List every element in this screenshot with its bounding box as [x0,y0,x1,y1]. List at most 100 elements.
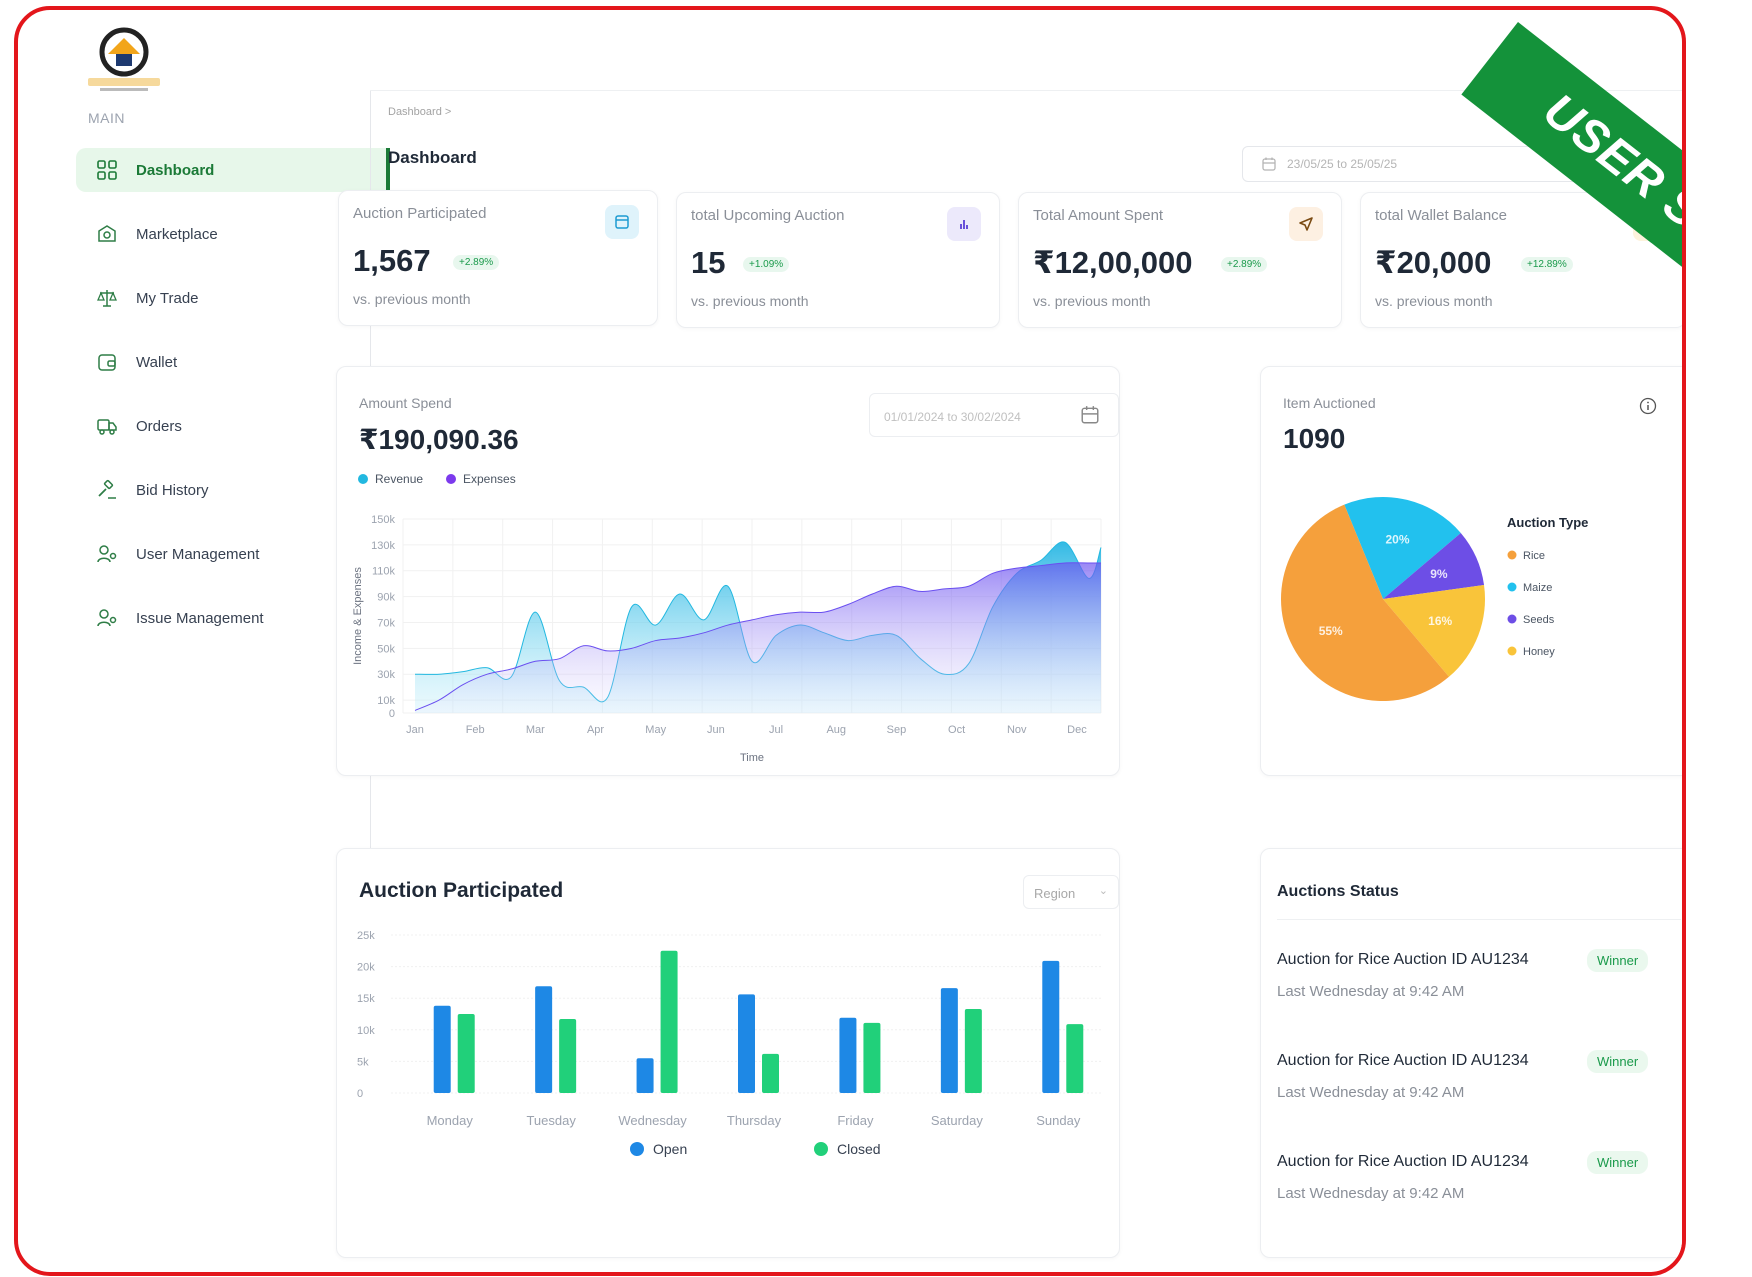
stat-subtext: vs. previous month [353,291,471,307]
stat-subtext: vs. previous month [691,293,809,309]
bar-chart-icon [947,207,981,241]
x-tick-label: Saturday [931,1113,984,1128]
stat-label: total Wallet Balance [1375,207,1508,224]
sidebar-item-label: Issue Management [136,609,264,627]
region-dropdown[interactable]: Region ⌄ [1023,875,1119,909]
legend-label: Maize [1523,582,1552,594]
x-tick-label: Tuesday [526,1113,576,1128]
auction-status-item[interactable]: Auction for Rice Auction ID AU1234 Winner… [1277,1050,1657,1101]
legend-label: Revenue [375,472,423,486]
x-tick-label: Dec [1067,724,1087,736]
chart-legend: Open Closed [630,1141,881,1157]
legend-marker [1507,614,1517,624]
bar-closed-saturday[interactable] [964,1008,982,1093]
breadcrumb[interactable]: Dashboard > [388,106,451,118]
stat-change-badge: +2.89% [453,255,500,270]
winner-badge: Winner [1587,1050,1649,1073]
y-tick-label: 70k [377,617,395,629]
stat-label: Total Amount Spent [1033,207,1164,224]
date-range-text: 23/05/25 to 25/05/25 [1287,157,1398,171]
bar-closed-tuesday[interactable] [559,1019,577,1093]
x-tick-label: Monday [427,1113,474,1128]
sidebar-item-label: Bid History [136,481,209,499]
sidebar-item-dashboard[interactable]: Dashboard [76,148,390,192]
user-icon [94,605,120,631]
chevron-down-icon: ⌄ [1098,885,1108,897]
send-icon [1289,207,1323,241]
bar-open-monday[interactable] [433,1005,451,1093]
pie-slice-label: 16% [1428,614,1452,628]
legend-label: Expenses [463,472,516,486]
y-tick-label: 0 [389,708,395,720]
amount-spend-title: Amount Spend [359,395,452,411]
stat-card-auction-participated[interactable]: Auction Participated 1,567 +2.89% vs. previ… [338,190,658,326]
stat-change-badge: +1.09% [743,257,790,272]
bar-closed-monday[interactable] [457,1014,475,1093]
amount-spend-date-picker[interactable]: 01/01/2024 to 30/02/2024 [869,393,1119,437]
bar-closed-friday[interactable] [863,1022,881,1093]
stat-label: Auction Participated [353,205,487,222]
chart-legend: Revenue Expenses [358,472,516,486]
legend-marker [630,1142,644,1156]
bar-open-tuesday[interactable] [535,986,553,1093]
bar-closed-sunday[interactable] [1066,1024,1084,1093]
x-tick-label: Sep [887,724,907,736]
auction-participated-bar-chart: 0 5k 10k 15k 20k 25k Monday Tuesday Wednesday Thu… [357,930,1101,1157]
truck-icon [94,413,120,439]
x-tick-label: May [645,724,666,736]
app-frame: MAIN Dashboard Marketplace My Trade Wallet O… [14,6,1686,1276]
x-tick-label: Apr [587,724,604,736]
series-area-expenses [415,562,1101,713]
legend-marker [446,474,456,484]
x-tick-label: Sunday [1036,1113,1081,1128]
stat-value: 15 [691,245,726,280]
bar-closed-thursday[interactable] [762,1053,779,1093]
stat-value: ₹20,000 [1375,245,1492,280]
stat-change-badge: +2.89% [1221,257,1268,272]
legend-marker [358,474,368,484]
chart-legend: Auction Type Rice Maize Seeds Honey [1507,515,1588,658]
bar-open-saturday[interactable] [940,988,958,1093]
calendar-icon [605,205,639,239]
pie-slice-label: 55% [1319,624,1343,638]
bar-closed-wednesday[interactable] [660,950,678,1093]
y-tick-label: 25k [357,930,375,942]
item-auctioned-value: 1090 [1283,423,1346,454]
stat-card-total-upcoming-auction[interactable]: total Upcoming Auction 15 +1.09% vs. previo… [676,192,1000,328]
page-title: Dashboard [388,148,477,167]
bar-open-friday[interactable] [839,1017,857,1093]
x-tick-label: Mar [526,724,545,736]
stat-card-total-amount-spent[interactable]: Total Amount Spent ₹12,00,000 +2.89% vs. pr… [1018,192,1342,328]
pie-slice-label: 9% [1430,567,1448,581]
y-tick-label: 10k [377,695,395,707]
auction-status-item[interactable]: Auction for Rice Auction ID AU1234 Winner… [1277,949,1657,1000]
legend-marker [814,1142,828,1156]
y-tick-label: 130k [371,540,395,552]
bar-open-thursday[interactable] [738,994,755,1093]
bar-open-wednesday[interactable] [636,1058,654,1093]
divider [1277,919,1681,920]
y-tick-label: 0 [357,1088,363,1100]
auction-status-item[interactable]: Auction for Rice Auction ID AU1234 Winner… [1277,1151,1657,1202]
stat-change-badge: +12.89% [1521,257,1573,272]
info-icon[interactable] [1639,397,1657,415]
sidebar-item-label: Marketplace [136,225,218,243]
x-tick-label: Oct [948,724,965,736]
y-tick-label: 10k [357,1025,375,1037]
auction-participated-title: Auction Participated [359,879,564,902]
gavel-icon [94,477,120,503]
y-axis-label: Income & Expenses [352,567,364,665]
legend-marker [1507,582,1517,592]
winner-badge: Winner [1587,1151,1649,1174]
auction-status-time: Last Wednesday at 9:42 AM [1277,1084,1465,1101]
y-tick-label: 90k [377,592,395,604]
bar-open-sunday[interactable] [1042,960,1060,1093]
y-tick-label: 50k [377,643,395,655]
y-tick-label: 30k [377,669,395,681]
item-auctioned-card: Item Auctioned 1090 55% 20% 9% 16% Auction T… [1260,366,1682,776]
winner-badge: Winner [1587,949,1649,972]
x-tick-label: Jul [769,724,783,736]
sidebar-item-label: Orders [136,417,182,435]
region-dropdown-label: Region [1034,886,1076,901]
shop-icon [94,221,120,247]
